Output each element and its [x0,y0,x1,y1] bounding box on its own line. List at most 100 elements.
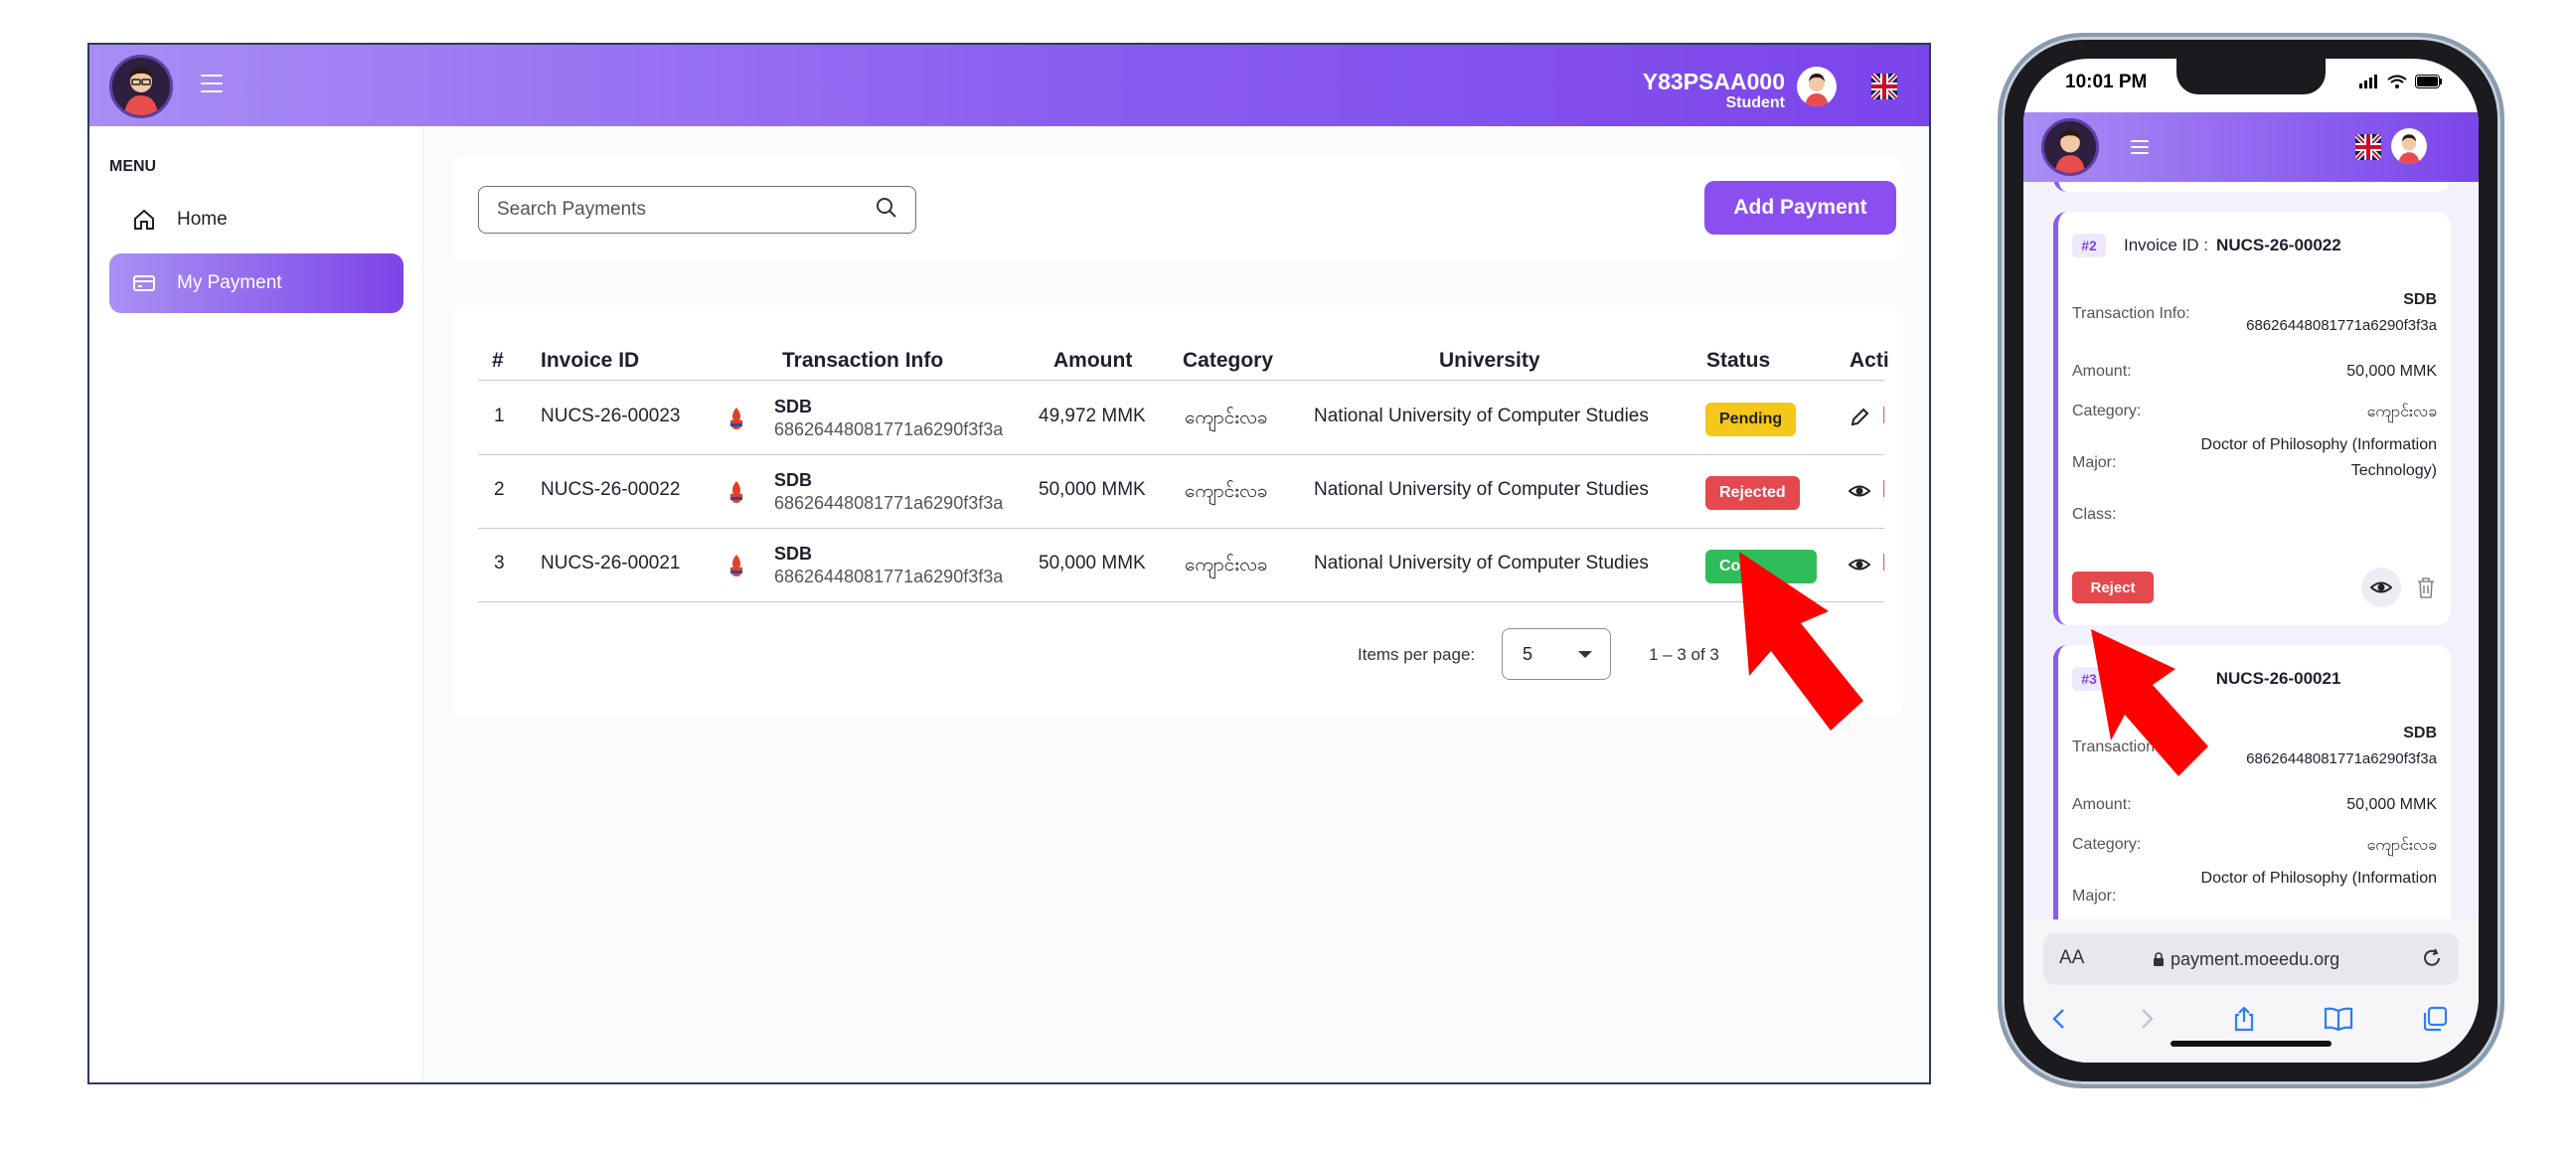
category: ကျောင်းလခ [1185,408,1268,428]
column-header-transaction-info: Transaction Info [782,349,944,372]
invoice-id: NUCS-26-00023 [541,406,681,426]
status-badge: Pending [1705,403,1797,436]
amount-label: Amount: [2072,796,2132,813]
battery-icon [2415,75,2442,88]
invoice-id: NUCS-26-00022 [541,479,681,500]
status-badge: Co [1705,550,1817,583]
url-text: payment.moeedu.org [2153,949,2339,970]
share-icon[interactable] [2230,1005,2258,1033]
hamburger-menu-icon[interactable] [2131,140,2149,155]
sidebar-item-my-payment[interactable]: My Payment [109,253,403,313]
payments-table: # Invoice ID Transaction Info Amount Cat… [453,305,1902,718]
university: National University of Computer Studies [1314,406,1649,426]
amount: 50,000 MMK [1039,553,1146,574]
edit-icon[interactable] [1849,407,1870,428]
items-per-page-value: 5 [1523,644,1533,664]
phone-frame: 10:01 PM #2 Invoice ID: NUCS-26-00022 T… [1998,33,2504,1088]
delete-icon[interactable]: │ [1880,480,1890,500]
profile-avatar-icon[interactable] [1797,67,1837,106]
address-bar[interactable]: AA payment.moeedu.org [2043,933,2459,985]
class-label: Class: [2072,506,2117,523]
bank-name: SDB [774,397,813,416]
signal-icon [2359,75,2377,88]
uk-flag-icon[interactable] [1871,74,1897,99]
view-eye-icon[interactable] [1848,480,1871,502]
amount: 50,000 MMK [2346,363,2437,380]
top-app-bar: Y83PSAA000 Student [89,45,1929,126]
bank-logo-icon [722,404,751,433]
add-payment-button[interactable]: Add Payment [1704,181,1896,235]
reader-aa-button[interactable]: AA [2059,947,2084,969]
status-time: 10:01 PM [2065,72,2148,92]
card-number: #3 [2072,667,2106,691]
main-content: Add Payment # Invoice ID Transaction Inf… [423,126,1929,1082]
bank-name: SDB [2403,725,2437,741]
uk-flag-icon[interactable] [2355,134,2381,160]
bank-name: SDB [774,470,813,490]
delete-icon[interactable]: │ [1880,554,1890,574]
card-number: #2 [2072,234,2106,257]
home-indicator [2171,1041,2332,1047]
delete-icon[interactable]: │ [1880,407,1890,426]
search-icon[interactable] [876,197,897,224]
column-header-university: University [1439,349,1540,372]
sidebar-item-label: My Payment [177,272,282,293]
items-per-page-label: Items per page: [1358,645,1476,664]
view-eye-icon[interactable] [1848,554,1871,576]
column-header-amount: Amount [1053,349,1133,372]
major-label: Major: [2072,888,2117,904]
row-number: 1 [494,406,505,426]
table-row[interactable]: 3 NUCS-26-00021 SDB 68626448081771a6290f… [478,529,1889,602]
table-header: # Invoice ID Transaction Info Amount Cat… [478,345,1889,381]
status-badge: Rejected [1705,476,1800,510]
column-header-invoice-id: Invoice ID [541,349,640,372]
user-avatar[interactable] [2041,118,2099,176]
payment-card[interactable]: #3 I NUCS-26-00021 Transaction Info: SDB … [2053,645,2451,919]
hamburger-menu-icon[interactable] [201,75,223,92]
amount: 50,000 MMK [1039,479,1146,500]
transaction-id: 68626448081771a6290f3f3a [2246,317,2437,334]
row-number: 3 [494,553,505,574]
search-input[interactable] [497,199,876,221]
major-label: Major: [2072,454,2117,471]
reject-button[interactable]: Reject [2072,572,2154,603]
items-per-page-select[interactable]: 5 [1502,628,1611,680]
column-header-number: # [492,349,504,372]
table-row[interactable]: 2 NUCS-26-00022 SDB 68626448081771a6290f… [478,455,1889,529]
payment-card[interactable]: #2 Invoice ID : NUCS-26-00022 Transaction… [2053,212,2451,625]
invoice-id: NUCS-26-00021 [541,553,681,574]
sidebar-item-home[interactable]: Home [109,190,403,249]
category: ကျောင်းလခ [2366,837,2437,854]
transaction-info-label: Transaction Info: [2072,739,2190,755]
column-header-actions: Acti [1850,349,1889,372]
back-icon[interactable] [2045,1005,2073,1033]
profile-avatar-icon[interactable] [2391,128,2427,164]
user-avatar[interactable] [109,55,173,118]
transaction-id: 68626448081771a6290f3f3a [774,493,1004,513]
reload-icon[interactable] [2421,947,2443,969]
major-line-2: Technology) [2350,462,2437,479]
amount: 49,972 MMK [1039,406,1146,426]
sidebar: MENU Home My Payment [89,126,423,1082]
lock-icon [2154,952,2164,966]
search-box[interactable] [478,186,916,234]
view-eye-icon[interactable] [2361,568,2401,607]
desktop-window: Y83PSAA000 Student MENU Home My Payment … [87,43,1931,1084]
trash-icon[interactable] [2415,576,2437,599]
table-row[interactable]: 1 NUCS-26-00023 SDB 68626448081771a6290f… [478,382,1889,455]
phone-content: #2 Invoice ID : NUCS-26-00022 Transaction… [2023,182,2479,919]
card-title: Invoice ID : NUCS-26-00022 [2124,236,2341,254]
bookmarks-icon[interactable] [2324,1005,2353,1033]
user-role-label: Student [1725,94,1785,111]
category: ကျောင်းလခ [1185,555,1268,576]
card-title: I NUCS-26-00021 [2124,669,2341,688]
forward-icon[interactable] [2133,1005,2161,1033]
major-line-1: Doctor of Philosophy (Information [2200,870,2437,887]
major-line-1: Doctor of Philosophy (Information [2200,436,2437,453]
column-header-status: Status [1706,349,1771,372]
transaction-info-label: Transaction Info: [2072,305,2190,322]
category-label: Category: [2072,836,2142,853]
tabs-icon[interactable] [2421,1005,2449,1033]
bank-name: SDB [774,544,813,564]
transaction-id: 68626448081771a6290f3f3a [2246,750,2437,767]
